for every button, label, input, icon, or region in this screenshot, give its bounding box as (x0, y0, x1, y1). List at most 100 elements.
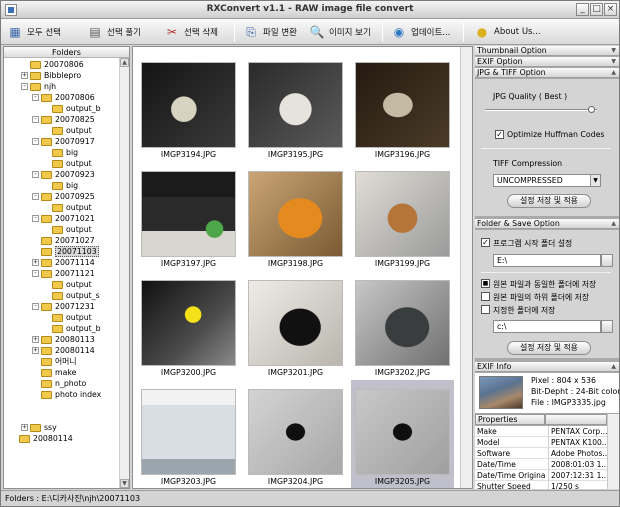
tree-node[interactable]: 20071027 (32, 235, 95, 246)
thumbnail-item[interactable]: IMGP3196.JPG (351, 53, 454, 161)
tree-node[interactable]: - 20071021 (32, 213, 95, 224)
thumbnail-item[interactable]: IMGP3205.JPG (351, 380, 454, 488)
thumbnail-item[interactable]: IMGP3194.JPG (137, 53, 240, 161)
tree-node[interactable]: 20070806 (21, 59, 84, 70)
scroll-up-icon[interactable]: ▲ (120, 58, 129, 67)
properties-column-header[interactable]: Properties (475, 414, 545, 425)
jpg-quality-knob[interactable] (588, 106, 596, 113)
collapse-icon[interactable]: - (32, 215, 39, 222)
thumbnail-image[interactable] (355, 171, 450, 257)
tree-node[interactable]: output (43, 224, 92, 235)
thumbnail-image[interactable] (248, 280, 343, 366)
delete-selection-button[interactable]: ✂ 선택 삭제 (164, 23, 218, 41)
expand-icon[interactable]: + (32, 336, 39, 343)
tree-node[interactable]: n_photo (32, 378, 86, 389)
thumbnail-item[interactable]: IMGP3202.JPG (351, 271, 454, 379)
tree-node[interactable]: + ssy (21, 422, 57, 433)
tree-node[interactable]: photo index (32, 389, 101, 400)
startup-folder-input[interactable]: E:\ (493, 254, 601, 267)
thumbnail-item[interactable]: IMGP3200.JPG (137, 271, 240, 379)
tree-node[interactable]: big (43, 147, 78, 158)
tree-node[interactable]: 20071103 (32, 246, 99, 257)
tree-node[interactable]: - 20070917 (32, 136, 95, 147)
thumbnail-item[interactable]: IMGP3199.JPG (351, 162, 454, 270)
apply-jpg-settings-button[interactable]: 설정 저장 및 적용 (507, 194, 591, 208)
thumbnail-image[interactable] (141, 389, 236, 475)
tree-node[interactable]: output (43, 125, 92, 136)
tree-node[interactable]: output (43, 202, 92, 213)
collapse-icon[interactable]: - (32, 171, 39, 178)
select-all-button[interactable]: ▦ 모두 선택 (7, 23, 61, 41)
tree-node[interactable]: output_s (43, 290, 100, 301)
thumbnail-scrollbar[interactable] (460, 47, 472, 488)
tree-node[interactable]: big (43, 180, 78, 191)
convert-file-button[interactable]: ⎘ 파일 변환 (243, 23, 297, 41)
scroll-down-icon[interactable]: ▼ (120, 479, 129, 488)
collapse-icon[interactable]: - (32, 303, 39, 310)
tree-node[interactable]: 어머니 (32, 356, 77, 367)
tree-node[interactable]: - 20071231 (32, 301, 95, 312)
about-button[interactable]: ● About Us... (474, 23, 541, 41)
jpg-quality-slider[interactable] (485, 109, 597, 111)
thumbnail-item[interactable]: IMGP3198.JPG (244, 162, 347, 270)
thumbnail-item[interactable]: IMGP3204.JPG (244, 380, 347, 488)
tree-node[interactable]: make (32, 367, 76, 378)
optimize-huffman-checkbox[interactable]: ✓ (495, 130, 504, 139)
tree-node[interactable]: - 20070825 (32, 114, 95, 125)
tree-node[interactable]: output (43, 312, 92, 323)
thumbnail-item[interactable]: IMGP3195.JPG (244, 53, 347, 161)
thumbnail-image[interactable] (141, 171, 236, 257)
tree-node[interactable]: +20080113 (32, 334, 95, 345)
tree-node[interactable]: - 20071121 (32, 268, 95, 279)
view-image-button[interactable]: 🔍 이미지 보기 (309, 23, 371, 41)
folder-scrollbar[interactable]: ▲ ▼ (119, 58, 129, 488)
collapse-icon[interactable]: - (32, 94, 39, 101)
update-button[interactable]: ◉ 업데이트... (391, 23, 451, 41)
thumbnail-image[interactable] (141, 62, 236, 148)
tree-node[interactable]: output_b (43, 323, 101, 334)
deselect-button[interactable]: ▤ 선택 풀기 (87, 23, 141, 41)
collapse-icon[interactable]: - (32, 270, 39, 277)
save-specified-folder-checkbox[interactable] (481, 305, 490, 314)
apply-folder-settings-button[interactable]: 설정 저장 및 적용 (507, 341, 591, 355)
tree-node[interactable]: output_b (43, 103, 101, 114)
collapse-icon[interactable]: - (32, 116, 39, 123)
exif-option-header[interactable]: EXIF Option ▼ (475, 57, 619, 67)
exif-row[interactable]: Model PENTAX K100... (475, 437, 607, 448)
minimize-icon[interactable]: _ (576, 3, 589, 16)
tree-node[interactable]: +20080114 (32, 345, 95, 356)
collapse-icon[interactable]: - (32, 138, 39, 145)
tree-node[interactable]: - 20070923 (32, 169, 95, 180)
thumbnail-image[interactable] (355, 280, 450, 366)
exif-row[interactable]: Software Adobe Photos... (475, 448, 607, 459)
browse-specified-folder-button[interactable] (601, 320, 613, 333)
thumbnail-option-header[interactable]: Thumbnail Option ▼ (475, 46, 619, 56)
thumbnail-image[interactable] (248, 62, 343, 148)
thumbnail-image[interactable] (248, 171, 343, 257)
tree-node[interactable]: - 20070806 (32, 92, 95, 103)
startup-folder-checkbox[interactable]: ✓ (481, 238, 490, 247)
tree-node[interactable]: output (43, 158, 92, 169)
thumbnail-item[interactable]: IMGP3201.JPG (244, 271, 347, 379)
jpg-tiff-option-header[interactable]: JPG & TIFF Option ▲ (475, 68, 619, 78)
thumbnail-item[interactable]: IMGP3197.JPG (137, 162, 240, 270)
thumbnail-image[interactable] (248, 389, 343, 475)
expand-icon[interactable]: + (21, 72, 28, 79)
tree-node[interactable]: +20071114 (32, 257, 95, 268)
collapse-icon[interactable]: - (32, 193, 39, 200)
specified-folder-input[interactable]: c:\ (493, 320, 601, 333)
value-column-header[interactable] (545, 414, 607, 425)
thumbnail-image[interactable] (141, 280, 236, 366)
tree-node[interactable]: - njh (21, 81, 56, 92)
tree-node[interactable]: + Bibblepro (21, 70, 81, 81)
tree-node[interactable]: 20080114 (10, 433, 73, 444)
title-bar[interactable]: RXConvert v1.1 - RAW image file convert … (1, 1, 619, 19)
expand-icon[interactable]: + (32, 259, 39, 266)
collapse-icon[interactable]: - (21, 83, 28, 90)
exif-row[interactable]: Date/Time 2008:01:03 1... (475, 459, 607, 470)
save-subfolder-radio[interactable] (481, 292, 490, 301)
tiff-compression-select[interactable]: UNCOMPRESSED ▼ (493, 174, 601, 187)
expand-icon[interactable]: + (21, 424, 28, 431)
thumbnail-image[interactable] (355, 389, 450, 475)
exif-row[interactable]: Shutter Speed 1/250 s (475, 481, 607, 489)
